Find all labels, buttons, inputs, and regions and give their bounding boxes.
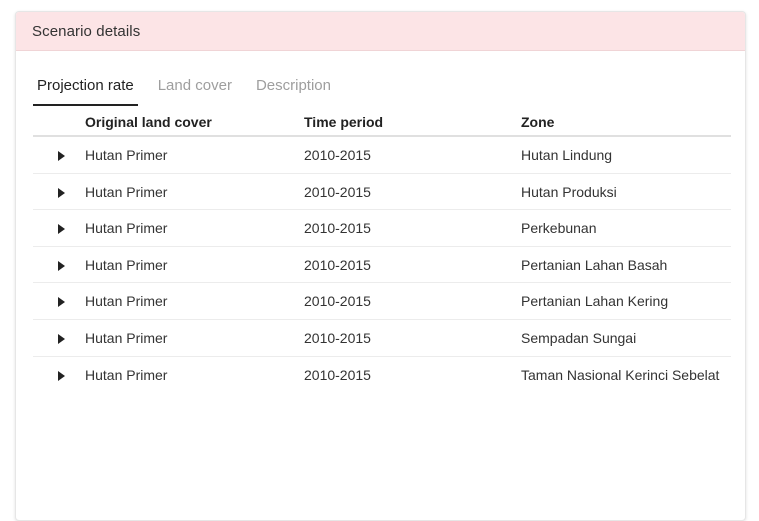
expand-row-button[interactable] [33, 257, 85, 271]
table-row[interactable]: Hutan Primer 2010-2015 Pertanian Lahan Bas… [33, 247, 731, 284]
cell-zone: Hutan Produksi [521, 183, 617, 200]
card-header: Scenario details [16, 12, 745, 51]
expand-row-button[interactable] [33, 147, 85, 161]
cell-zone: Pertanian Lahan Kering [521, 293, 669, 310]
table-row[interactable]: Hutan Primer 2010-2015 Pertanian Lahan Ker… [33, 283, 731, 320]
caret-right-icon [57, 187, 65, 198]
caret-right-icon [57, 370, 65, 381]
cell-original-land-cover: Hutan Primer [85, 220, 168, 237]
cell-time-period: 2010-2015 [304, 366, 371, 383]
tab-projection-rate[interactable]: Projection rate [33, 74, 138, 106]
expand-row-button[interactable] [33, 184, 85, 198]
cell-time-period: 2010-2015 [304, 293, 371, 310]
expand-row-button[interactable] [33, 367, 85, 381]
card-title: Scenario details [32, 22, 141, 40]
cell-original-land-cover: Hutan Primer [85, 329, 168, 346]
cell-original-land-cover: Hutan Primer [85, 147, 168, 163]
cell-zone: Pertanian Lahan Basah [521, 256, 668, 273]
caret-right-icon [57, 224, 65, 235]
projection-rate-table: Original land cover Time period Zone Hut… [33, 109, 731, 415]
cell-time-period: 2010-2015 [304, 329, 371, 346]
cell-original-land-cover: Hutan Primer [85, 256, 168, 273]
column-header-original-land-cover: Original land cover [85, 114, 212, 130]
expand-row-button[interactable] [33, 330, 85, 344]
cell-time-period: 2010-2015 [304, 147, 371, 163]
table-row[interactable]: Hutan Primer 2010-2015 Perkebunan [33, 210, 731, 247]
tab-bar: Projection rate Land cover Description [33, 74, 351, 106]
cell-time-period: 2010-2015 [304, 183, 371, 200]
column-header-zone: Zone [521, 114, 555, 130]
tab-description[interactable]: Description [252, 74, 335, 106]
caret-right-icon [57, 333, 65, 344]
expand-row-button[interactable] [33, 293, 85, 308]
column-header-time-period: Time period [304, 114, 384, 130]
caret-right-icon [57, 297, 65, 308]
table-row[interactable]: Hutan Primer 2010-2015 Sempadan Sungai [33, 320, 731, 357]
table-row[interactable]: Hutan Primer 2010-2015 Taman Nasional Keri… [33, 357, 731, 415]
table-row[interactable]: Hutan Primer 2010-2015 Hutan Produksi [33, 174, 731, 211]
cell-time-period: 2010-2015 [304, 220, 371, 237]
cell-original-land-cover: Hutan Primer [85, 183, 168, 200]
table-header: Original land cover Time period Zone [33, 109, 731, 137]
caret-right-icon [57, 260, 65, 271]
table-row[interactable]: Hutan Primer 2010-2015 Hutan Lindung [33, 137, 731, 174]
tab-land-cover[interactable]: Land cover [154, 74, 236, 106]
cell-zone: Sempadan Sungai [521, 329, 637, 346]
cell-zone: Hutan Lindung [521, 147, 613, 163]
scenario-details-card: Scenario details Projection rate Land co… [15, 11, 746, 521]
cell-time-period: 2010-2015 [304, 256, 371, 273]
cell-zone: Perkebunan [521, 220, 597, 237]
cell-original-land-cover: Hutan Primer [85, 293, 168, 310]
caret-right-icon [57, 151, 65, 161]
cell-original-land-cover: Hutan Primer [85, 366, 168, 383]
table-body: Hutan Primer 2010-2015 Hutan Lindung Hutan … [33, 137, 731, 415]
cell-zone: Taman Nasional Kerinci Sebelat [521, 366, 720, 383]
expand-row-button[interactable] [33, 220, 85, 235]
